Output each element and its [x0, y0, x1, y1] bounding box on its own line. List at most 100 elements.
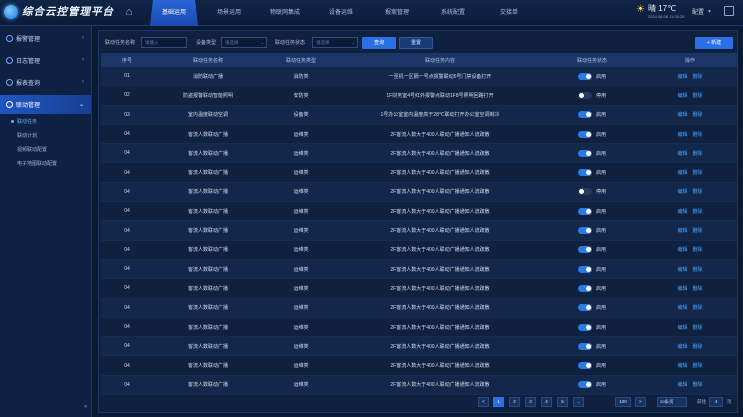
status-toggle[interactable] — [578, 130, 592, 138]
status-toggle[interactable] — [578, 381, 592, 389]
nav-basic[interactable]: 基础运用 — [150, 0, 198, 26]
page-ellipsis[interactable]: ... — [573, 397, 584, 407]
toggle-knob — [579, 189, 584, 195]
task-name-input[interactable]: 请输入 — [141, 37, 187, 48]
home-icon[interactable]: ⌂ — [122, 5, 136, 19]
next-page-button[interactable]: > — [635, 397, 646, 407]
edit-button[interactable]: 编辑 — [677, 362, 687, 369]
delete-button[interactable]: 删除 — [693, 131, 703, 138]
sidebar-item-label: 联动管理 — [16, 103, 41, 109]
status-toggle[interactable] — [578, 72, 592, 80]
delete-button[interactable]: 删除 — [693, 73, 703, 80]
toggle-knob — [586, 266, 591, 272]
edit-button[interactable]: 编辑 — [677, 188, 687, 195]
collapse-icon[interactable]: « — [84, 404, 87, 410]
delete-button[interactable]: 删除 — [693, 169, 703, 176]
edit-button[interactable]: 编辑 — [677, 92, 687, 99]
cell-status: 启用 — [541, 246, 643, 254]
delete-button[interactable]: 删除 — [693, 266, 703, 273]
delete-button[interactable]: 删除 — [693, 111, 703, 118]
chevron-right-icon: › — [82, 35, 84, 41]
delete-button[interactable]: 删除 — [693, 343, 703, 350]
delete-button[interactable]: 删除 — [693, 304, 703, 311]
status-toggle[interactable] — [578, 111, 592, 119]
edit-button[interactable]: 编辑 — [677, 304, 687, 311]
sidebar-item-report[interactable]: 报表查询 › — [0, 73, 91, 92]
table-row: 04 客流人数联动广播 运维类 2F客流人数大于400人联动广播通知人流疏散 启用 编辑删… — [101, 144, 737, 164]
edit-button[interactable]: 编辑 — [677, 285, 687, 292]
table-body: 01 消防联动广播 消防类 一至机一区隔一号点报警联动5号门禁设备打开 启用 编辑 删除 02… — [101, 67, 737, 396]
status-toggle[interactable] — [578, 304, 592, 312]
nav-case[interactable]: 报案管理 — [372, 0, 422, 26]
page-5[interactable]: 5 — [557, 397, 568, 407]
subnav-linkage-task[interactable]: 联动任务 — [0, 114, 91, 128]
subnav-map-config[interactable]: 电子地图联动配置 — [0, 156, 91, 170]
status-toggle[interactable] — [578, 169, 592, 177]
sidebar-item-alarm[interactable]: 报警管理 › — [0, 29, 91, 48]
delete-button[interactable]: 删除 — [693, 285, 703, 292]
top-bar: 综合云控管理平台 ⌂ 基础运用 场景运用 物联网集成 设备运维 报案管理 系统配… — [0, 0, 743, 26]
cell-actions: 编辑 删除 — [643, 131, 737, 138]
page-4[interactable]: 4 — [541, 397, 552, 407]
page-size-select[interactable]: 20条/页 — [657, 397, 687, 407]
delete-button[interactable]: 删除 — [693, 188, 703, 195]
page-3[interactable]: 3 — [525, 397, 536, 407]
status-toggle[interactable] — [578, 246, 592, 254]
nav-iot[interactable]: 物联网集成 — [260, 0, 310, 26]
edit-button[interactable]: 编辑 — [677, 131, 687, 138]
nav-system[interactable]: 系统配置 — [428, 0, 478, 26]
edit-button[interactable]: 编辑 — [677, 381, 687, 388]
delete-button[interactable]: 删除 — [693, 92, 703, 99]
edit-button[interactable]: 编辑 — [677, 111, 687, 118]
nav-scene[interactable]: 场景运用 — [204, 0, 254, 26]
fullscreen-icon[interactable] — [724, 6, 734, 16]
delete-button[interactable]: 删除 — [693, 150, 703, 157]
device-type-select[interactable]: 请选择 ⌄ — [221, 37, 267, 48]
prev-page-button[interactable]: < — [478, 397, 489, 407]
edit-button[interactable]: 编辑 — [677, 246, 687, 253]
delete-button[interactable]: 删除 — [693, 227, 703, 234]
cell-name: 客流人数联动广播 — [187, 150, 228, 157]
edit-button[interactable]: 编辑 — [677, 343, 687, 350]
page-1[interactable]: 1 — [493, 397, 504, 407]
query-button[interactable]: 查询 — [362, 37, 396, 49]
edit-button[interactable]: 编辑 — [677, 150, 687, 157]
subnav-video-config[interactable]: 视频联动配置 — [0, 142, 91, 156]
nav-handover[interactable]: 交接单 — [484, 0, 534, 26]
delete-button[interactable]: 删除 — [693, 246, 703, 253]
delete-button[interactable]: 删除 — [693, 324, 703, 331]
edit-button[interactable]: 编辑 — [677, 73, 687, 80]
toggle-knob — [586, 208, 591, 214]
task-status-select[interactable]: 请选择 ⌄ — [312, 37, 358, 48]
status-toggle[interactable] — [578, 362, 592, 370]
page-2[interactable]: 2 — [509, 397, 520, 407]
cell-content: 2F客流人数大于400人联动广播通知人流疏散 — [390, 382, 490, 389]
edit-button[interactable]: 编辑 — [677, 227, 687, 234]
status-toggle[interactable] — [578, 149, 592, 157]
edit-button[interactable]: 编辑 — [677, 169, 687, 176]
status-toggle[interactable] — [578, 265, 592, 273]
user-menu[interactable]: 配置 ▼ — [692, 7, 712, 17]
status-toggle[interactable] — [578, 91, 592, 99]
subnav-linkage-plan[interactable]: 联动计划 — [0, 128, 91, 142]
status-toggle[interactable] — [578, 342, 592, 350]
new-task-button[interactable]: + 新建 — [695, 37, 733, 49]
status-toggle[interactable] — [578, 188, 592, 196]
status-toggle[interactable] — [578, 284, 592, 292]
sidebar-item-log[interactable]: 日志管理 › — [0, 51, 91, 70]
edit-button[interactable]: 编辑 — [677, 208, 687, 215]
status-toggle[interactable] — [578, 207, 592, 215]
sidebar-item-linkage[interactable]: 联动管理 ⌄ — [0, 95, 91, 114]
reset-button[interactable]: 重置 — [399, 37, 433, 49]
edit-button[interactable]: 编辑 — [677, 266, 687, 273]
delete-button[interactable]: 删除 — [693, 208, 703, 215]
nav-maintenance[interactable]: 设备运维 — [316, 0, 366, 26]
chevron-right-icon: › — [82, 79, 84, 85]
delete-button[interactable]: 删除 — [693, 381, 703, 388]
status-toggle[interactable] — [578, 227, 592, 235]
delete-button[interactable]: 删除 — [693, 362, 703, 369]
status-toggle[interactable] — [578, 323, 592, 331]
edit-button[interactable]: 编辑 — [677, 324, 687, 331]
goto-input[interactable]: 4 — [709, 397, 723, 407]
page-100[interactable]: 100 — [615, 397, 631, 407]
